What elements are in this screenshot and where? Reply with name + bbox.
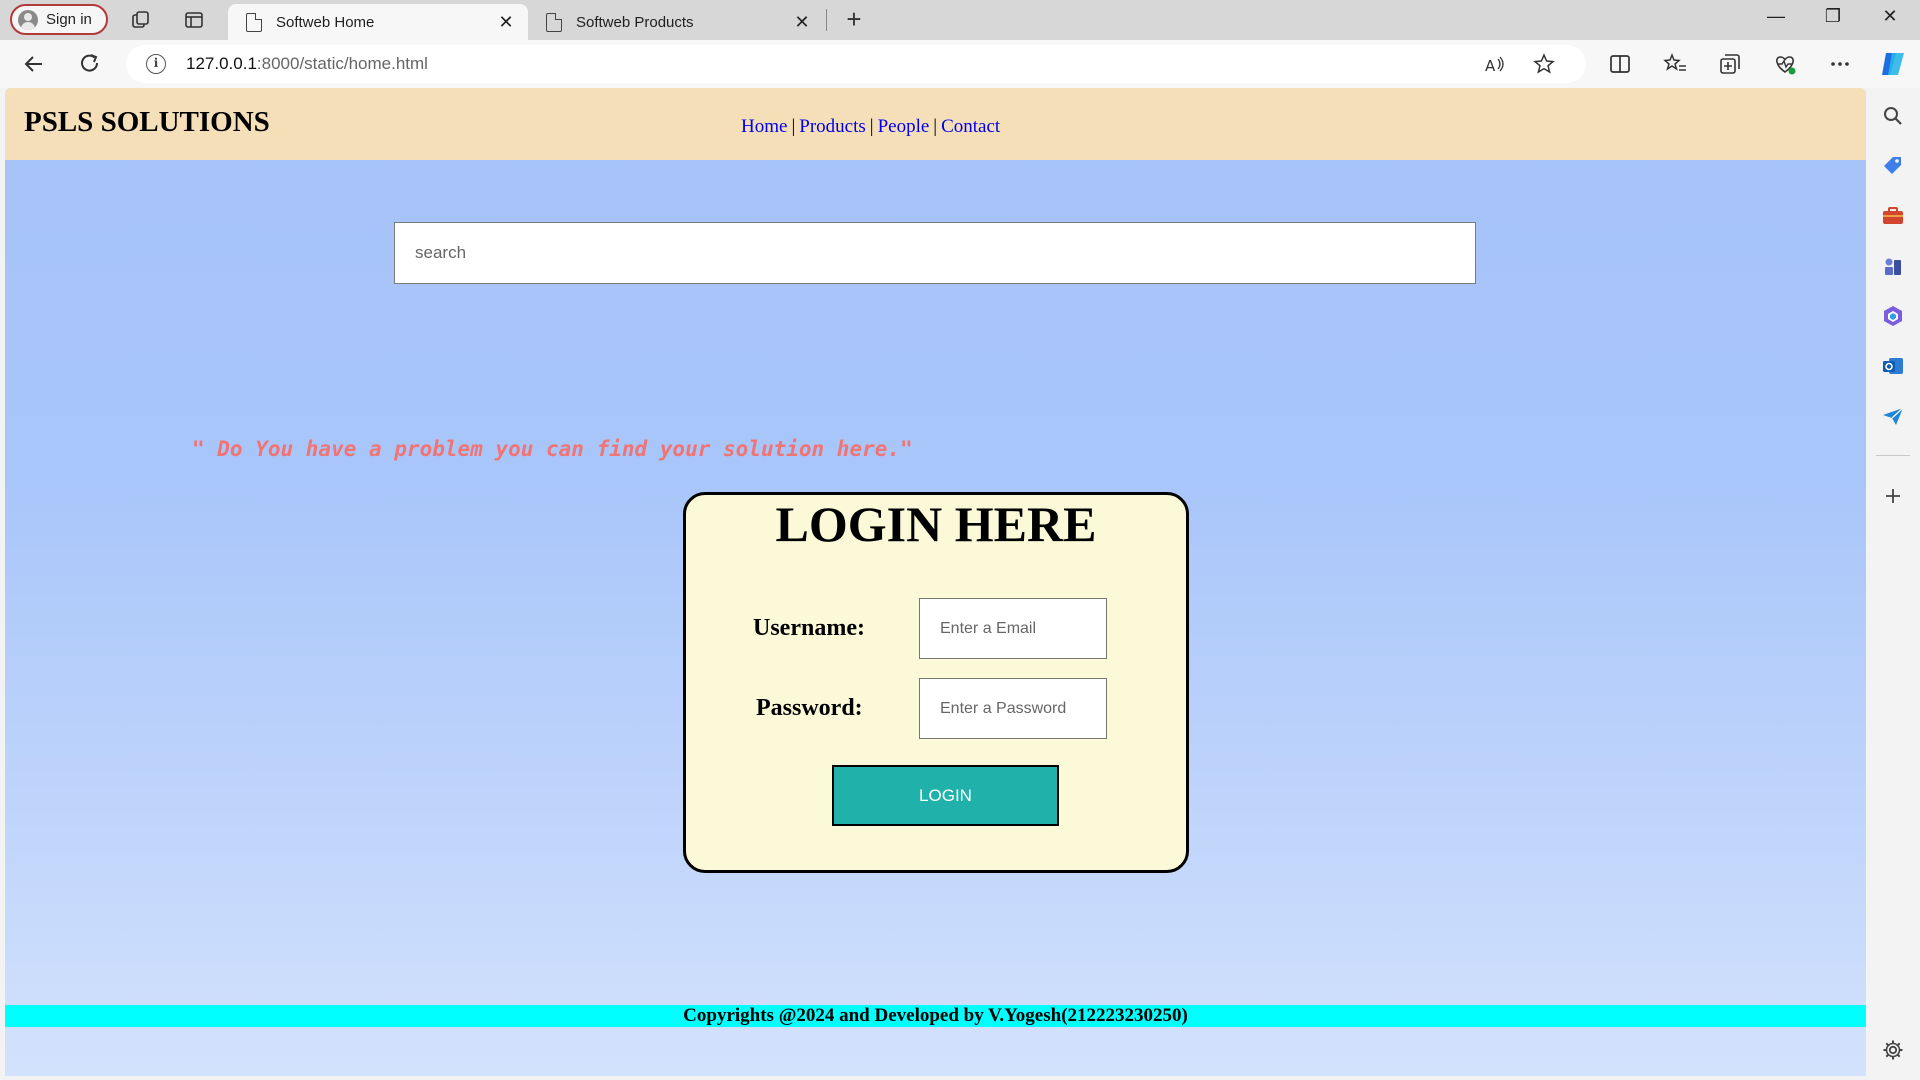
tab-softweb-home[interactable]: Softweb Home ✕ — [228, 4, 528, 40]
page-icon — [246, 12, 262, 32]
main-nav: Home | Products | People | Contact — [741, 116, 1000, 138]
search-icon[interactable] — [1881, 104, 1905, 128]
browser-sidebar — [1866, 88, 1920, 1080]
minimize-button[interactable]: — — [1761, 6, 1791, 27]
signin-label: Sign in — [46, 11, 92, 28]
microsoft-365-icon[interactable] — [1881, 304, 1905, 328]
restore-button[interactable]: ❐ — [1818, 6, 1848, 27]
vertical-tabs-icon[interactable] — [183, 9, 205, 31]
favorite-star-icon[interactable] — [1533, 53, 1555, 75]
tools-briefcase-icon[interactable] — [1881, 204, 1905, 228]
url-host: 127.0.0.1 — [186, 54, 257, 73]
profile-signin-button[interactable]: Sign in — [10, 4, 108, 35]
address-bar[interactable]: i 127.0.0.1:8000/static/home.html A — [126, 45, 1586, 83]
username-label: Username: — [753, 615, 865, 641]
split-screen-icon[interactable] — [1606, 50, 1634, 78]
workspaces-icon[interactable] — [130, 9, 152, 31]
nav-separator: | — [869, 116, 874, 137]
nav-home-link[interactable]: Home — [741, 116, 787, 137]
new-tab-button[interactable]: + — [842, 4, 866, 35]
browser-essentials-icon[interactable] — [1771, 50, 1799, 78]
collections-icon[interactable] — [1716, 50, 1744, 78]
url-text[interactable]: 127.0.0.1:8000/static/home.html — [186, 54, 428, 74]
tagline-text: " Do You have a problem you can find you… — [192, 437, 913, 461]
tab-separator — [826, 9, 827, 31]
tab-softweb-products[interactable]: Softweb Products ✕ — [528, 4, 824, 40]
read-aloud-icon[interactable]: A — [1484, 54, 1506, 76]
site-footer: Copyrights @2024 and Developed by V.Yoge… — [5, 1005, 1866, 1027]
site-header: PSLS SOLUTIONS Home | Products | People | Cont… — [5, 88, 1866, 160]
tab-close-icon[interactable]: ✕ — [792, 12, 812, 33]
refresh-icon[interactable] — [76, 50, 104, 78]
page-icon — [546, 12, 562, 32]
outlook-icon[interactable] — [1881, 354, 1905, 378]
login-title: LOGIN HERE — [775, 496, 1097, 552]
send-plane-icon[interactable] — [1881, 404, 1905, 428]
nav-separator: | — [791, 116, 796, 137]
add-icon[interactable] — [1881, 484, 1905, 508]
browser-tab-strip: Sign in Softweb Home ✕ Softweb Products … — [0, 0, 1920, 40]
window-close-button[interactable]: ✕ — [1875, 6, 1905, 27]
shopping-tag-icon[interactable] — [1881, 154, 1905, 178]
site-info-icon[interactable]: i — [146, 54, 166, 74]
nav-people-link[interactable]: People — [878, 116, 930, 137]
nav-separator: | — [933, 116, 938, 137]
copilot-icon[interactable] — [1878, 49, 1908, 79]
games-chess-icon[interactable] — [1881, 254, 1905, 278]
sidebar-divider — [1876, 455, 1910, 456]
settings-gear-icon[interactable] — [1881, 1038, 1905, 1062]
tab-title: Softweb Home — [276, 13, 375, 31]
svg-text:A: A — [1485, 57, 1496, 75]
tab-title: Softweb Products — [576, 13, 694, 31]
username-input[interactable] — [919, 598, 1107, 659]
site-brand: PSLS SOLUTIONS — [24, 106, 270, 138]
login-button[interactable]: LOGIN — [832, 765, 1059, 826]
tab-close-icon[interactable]: ✕ — [496, 12, 516, 33]
page-viewport: PSLS SOLUTIONS Home | Products | People | Cont… — [5, 88, 1866, 1076]
nav-contact-link[interactable]: Contact — [941, 116, 1000, 137]
favorites-icon[interactable] — [1661, 50, 1689, 78]
browser-toolbar: i 127.0.0.1:8000/static/home.html A — [0, 40, 1920, 88]
password-input[interactable] — [919, 678, 1107, 739]
more-options-icon[interactable] — [1826, 50, 1854, 78]
profile-avatar-icon — [18, 9, 38, 30]
url-path: :8000/static/home.html — [256, 54, 428, 73]
login-card: LOGIN HERE Username: Password: LOGIN — [683, 492, 1189, 873]
password-label: Password: — [756, 695, 863, 721]
nav-products-link[interactable]: Products — [799, 116, 866, 137]
back-arrow-icon[interactable] — [20, 50, 48, 78]
search-input[interactable] — [394, 222, 1476, 284]
